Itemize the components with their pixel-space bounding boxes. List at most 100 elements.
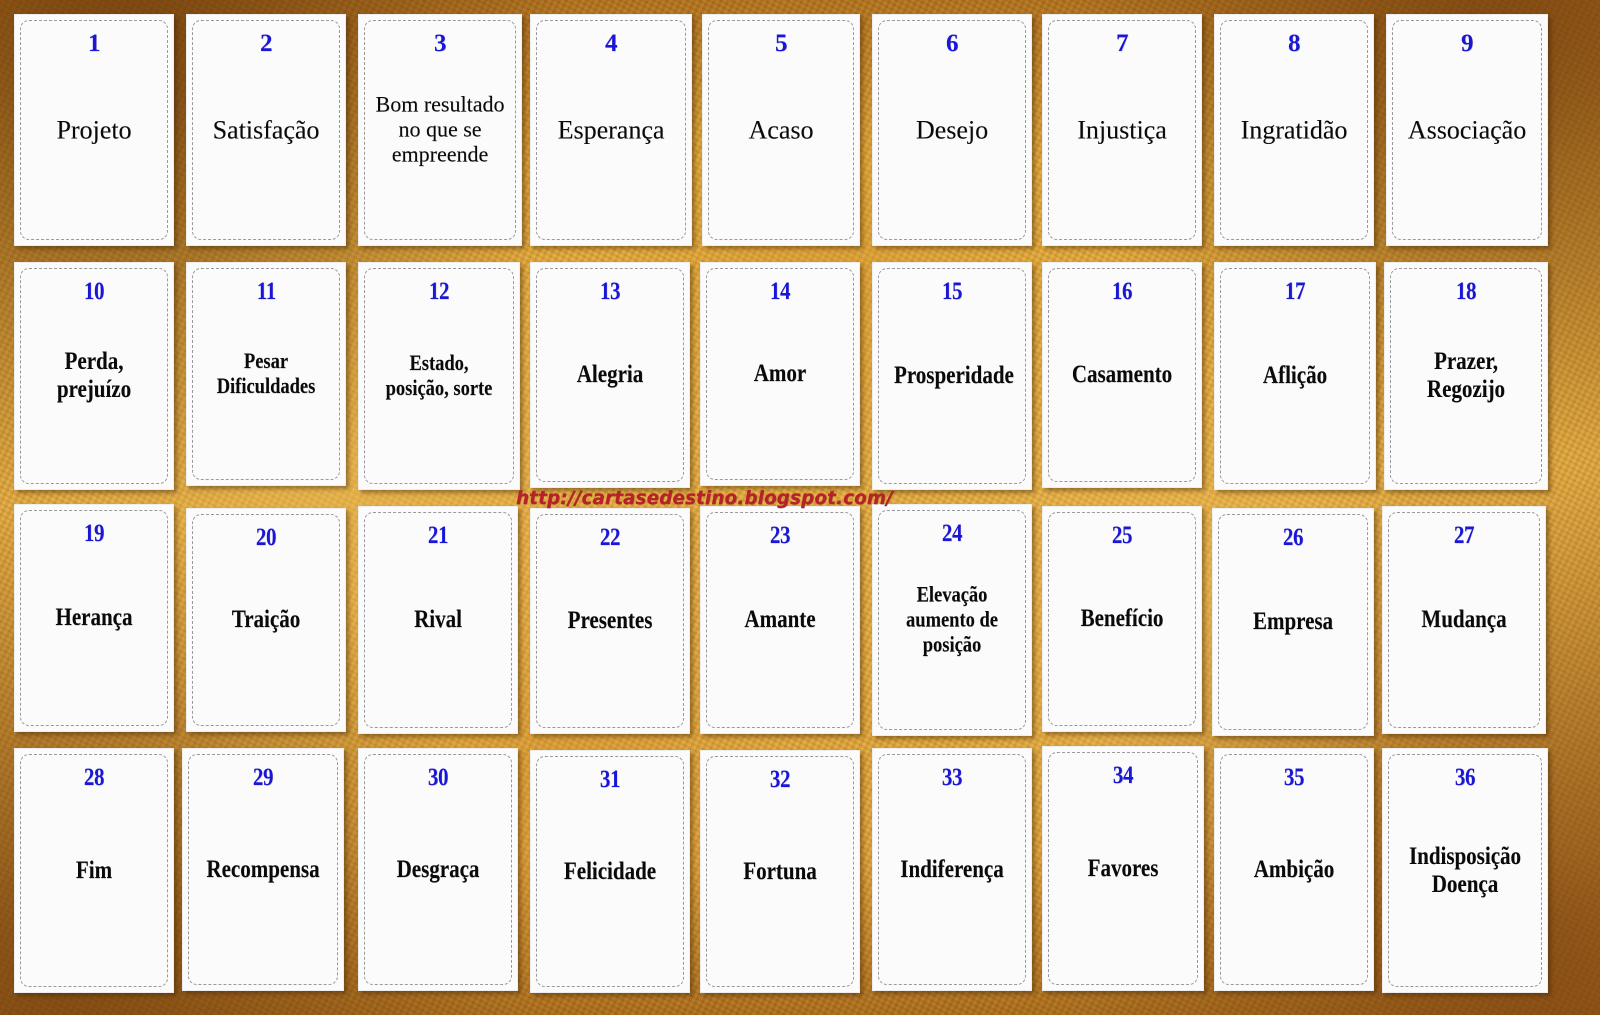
card-36[interactable]: 36 Indisposição Doença [1382, 748, 1548, 993]
card-border: 13 Alegria [536, 268, 684, 482]
card-border: 22 Presentes [536, 514, 684, 728]
card-5[interactable]: 5 Acaso [702, 14, 860, 246]
card-border: 23 Amante [706, 512, 854, 728]
card-number: 29 [252, 764, 274, 791]
card-11[interactable]: 11 Pesar Dificuldades [186, 262, 346, 486]
card-34[interactable]: 34 Favores [1042, 746, 1204, 991]
card-border: 2 Satisfação [192, 20, 340, 240]
card-30[interactable]: 30 Desgraça [358, 748, 518, 991]
card-17[interactable]: 17 Aflição [1214, 262, 1376, 490]
card-border: 6 Desejo [878, 20, 1026, 240]
card-27[interactable]: 27 Mudança [1382, 506, 1546, 734]
card-border: 24 Elevação aumento de posição [878, 510, 1026, 730]
card-border: 32 Fortuna [706, 756, 854, 987]
card-border: 12 Estado, posição, sorte [364, 268, 514, 484]
card-24[interactable]: 24 Elevação aumento de posição [872, 504, 1032, 736]
card-border: 35 Ambição [1220, 754, 1368, 985]
card-number: 15 [941, 278, 963, 305]
card-label: Injustiça [1077, 115, 1167, 145]
card-22[interactable]: 22 Presentes [530, 508, 690, 734]
card-number: 16 [1111, 278, 1133, 305]
card-label: Satisfação [212, 115, 320, 145]
card-18[interactable]: 18 Prazer, Regozijo [1384, 262, 1548, 490]
card-19[interactable]: 19 Herança [14, 504, 174, 732]
card-label: Desgraça [396, 855, 480, 883]
card-label: Benefício [1080, 604, 1164, 632]
watermark-url: http://cartasedestino.blogspot.com/ [516, 487, 893, 509]
card-border: 16 Casamento [1048, 268, 1196, 482]
card-label: Recompensa [206, 855, 320, 883]
card-label: Pesar Dificuldades [216, 348, 316, 398]
card-border: 33 Indiferença [878, 754, 1026, 985]
card-8[interactable]: 8 Ingratidão [1214, 14, 1374, 246]
card-number: 33 [941, 764, 963, 791]
card-label: Esperança [557, 115, 665, 145]
card-16[interactable]: 16 Casamento [1042, 262, 1202, 488]
card-border: 18 Prazer, Regozijo [1390, 268, 1542, 484]
card-2[interactable]: 2 Satisfação [186, 14, 346, 246]
card-10[interactable]: 10 Perda, prejuízo [14, 262, 174, 490]
card-3[interactable]: 3 Bom resultado no que se empreende [358, 14, 522, 246]
card-label: Acaso [748, 115, 814, 145]
card-label: Alegria [576, 360, 644, 388]
card-label: Estado, posição, sorte [385, 350, 493, 400]
card-33[interactable]: 33 Indiferença [872, 748, 1032, 991]
card-number: 10 [83, 278, 105, 305]
card-number: 6 [946, 30, 959, 57]
card-number: 11 [256, 278, 276, 305]
card-number: 34 [1112, 762, 1134, 789]
card-label: Prazer, Regozijo [1426, 347, 1506, 403]
card-number: 23 [769, 522, 791, 549]
card-label: Indisposição Doença [1408, 842, 1522, 898]
card-border: 11 Pesar Dificuldades [192, 268, 340, 480]
card-number: 25 [1111, 522, 1133, 549]
card-label: Amante [744, 605, 816, 633]
card-26[interactable]: 26 Empresa [1212, 508, 1374, 736]
card-label: Ingratidão [1240, 115, 1348, 145]
card-label: Fim [75, 856, 113, 884]
card-label: Presentes [567, 606, 653, 634]
card-6[interactable]: 6 Desejo [872, 14, 1032, 246]
card-7[interactable]: 7 Injustiça [1042, 14, 1202, 246]
card-number: 5 [775, 30, 788, 57]
card-number: 32 [769, 766, 791, 793]
card-1[interactable]: 1 Projeto [14, 14, 174, 246]
card-number: 4 [605, 30, 618, 57]
card-border: 10 Perda, prejuízo [20, 268, 168, 484]
card-31[interactable]: 31 Felicidade [530, 750, 690, 993]
card-15[interactable]: 15 Prosperidade [872, 262, 1032, 490]
card-number: 27 [1453, 522, 1475, 549]
card-9[interactable]: 9 Associação [1386, 14, 1548, 246]
card-35[interactable]: 35 Ambição [1214, 748, 1374, 991]
card-13[interactable]: 13 Alegria [530, 262, 690, 488]
card-4[interactable]: 4 Esperança [530, 14, 692, 246]
card-label: Fortuna [743, 857, 817, 885]
card-number: 31 [599, 766, 621, 793]
card-border: 20 Traição [192, 514, 340, 726]
card-number: 21 [427, 522, 449, 549]
card-14[interactable]: 14 Amor [700, 262, 860, 486]
card-label: Felicidade [563, 857, 657, 885]
card-label: Associação [1407, 115, 1527, 145]
card-border: 3 Bom resultado no que se empreende [364, 20, 516, 240]
card-border: 15 Prosperidade [878, 268, 1026, 484]
card-25[interactable]: 25 Benefício [1042, 506, 1202, 732]
card-border: 8 Ingratidão [1220, 20, 1368, 240]
card-label: Empresa [1252, 607, 1334, 635]
card-label: Ambição [1253, 855, 1335, 883]
card-border: 36 Indisposição Doença [1388, 754, 1542, 987]
card-32[interactable]: 32 Fortuna [700, 750, 860, 993]
card-12[interactable]: 12 Estado, posição, sorte [358, 262, 520, 490]
card-border: 25 Benefício [1048, 512, 1196, 726]
card-number: 20 [255, 524, 277, 551]
card-28[interactable]: 28 Fim [14, 748, 174, 993]
card-number: 22 [599, 524, 621, 551]
card-number: 8 [1288, 30, 1301, 57]
card-21[interactable]: 21 Rival [358, 506, 518, 734]
card-label: Traição [231, 605, 301, 633]
card-23[interactable]: 23 Amante [700, 506, 860, 734]
card-number: 9 [1461, 30, 1474, 57]
card-number: 2 [260, 30, 273, 57]
card-29[interactable]: 29 Recompensa [182, 748, 344, 991]
card-20[interactable]: 20 Traição [186, 508, 346, 732]
